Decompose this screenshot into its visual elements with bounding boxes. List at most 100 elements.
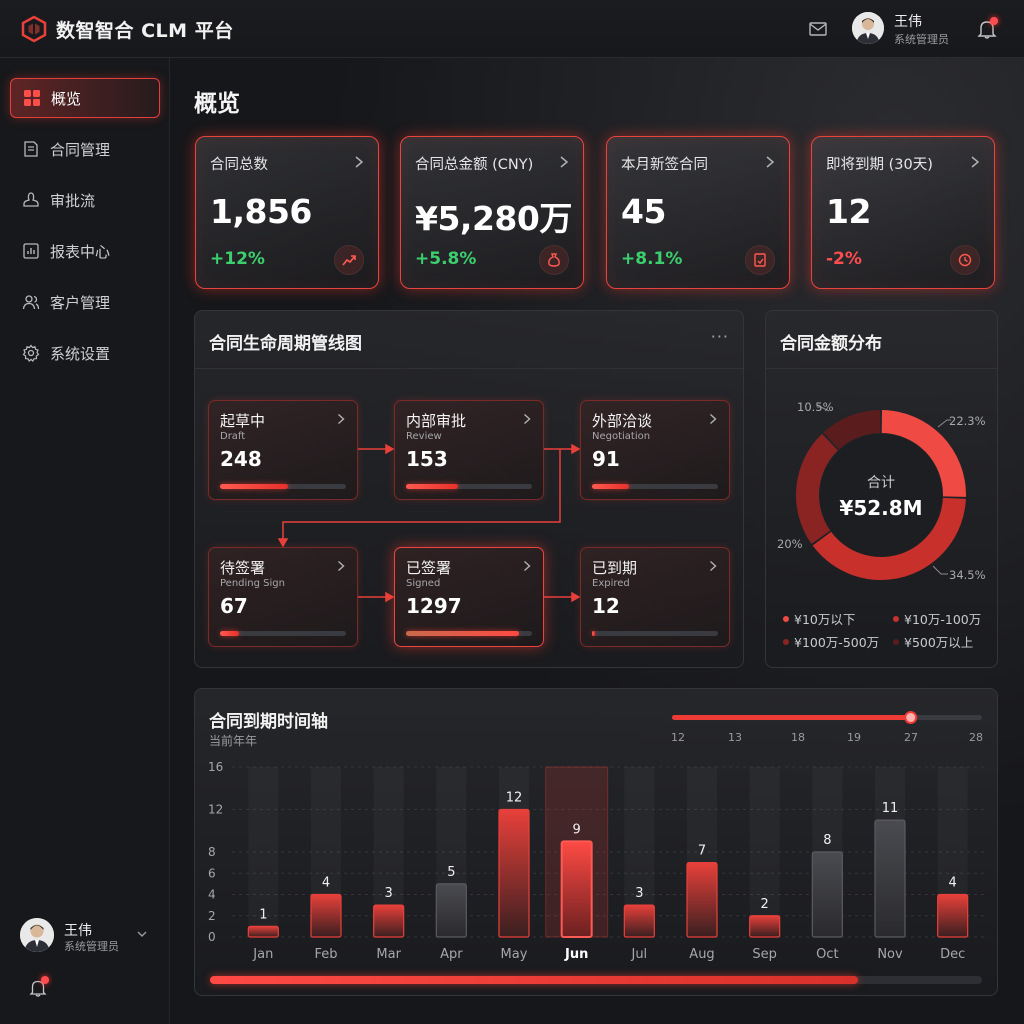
stage-subtitle: Signed: [406, 578, 441, 589]
legend-item: ¥100万-500万: [783, 632, 879, 651]
y-tick-label: 8: [208, 845, 216, 859]
divider: [766, 368, 997, 369]
panel-title: 合同到期时间轴: [209, 712, 328, 732]
x-tick-label: Nov: [877, 947, 903, 962]
chevron-right-icon: [338, 413, 345, 425]
x-tick-label: Apr: [440, 947, 463, 962]
legend-swatch: [893, 615, 899, 622]
legend-swatch: [783, 615, 789, 622]
progress-fill: [592, 484, 629, 489]
chevron-right-icon: [710, 413, 717, 425]
bar-aug[interactable]: [686, 862, 718, 938]
progress-fill: [406, 484, 458, 489]
stage-name: 外部洽谈: [592, 412, 653, 430]
donut-center-label: 合计: [867, 475, 895, 491]
bar-sep[interactable]: [749, 915, 781, 938]
x-tick-label: Dec: [940, 947, 965, 962]
legend-swatch: [783, 638, 789, 645]
chevron-right-icon: [338, 560, 345, 572]
x-tick-label: Feb: [314, 947, 337, 962]
slice-pct-label: 22.3%: [949, 414, 986, 428]
progress-track: [592, 631, 718, 636]
slider-tick-label: 13: [728, 731, 742, 744]
bar-value-label: 9: [573, 822, 581, 837]
expiry-bar-chart: 0 2 4 6 8 12 16 1 4 3 5 12 9 3 7 2 8 11 4 Jan Feb Mar Apr May…: [208, 760, 984, 962]
date-range-slider[interactable]: 12 13 18 19 27 28: [660, 706, 990, 750]
stage-card-review[interactable]: 内部审批 Review 153: [394, 400, 544, 500]
y-tick-label: 6: [208, 866, 216, 880]
bar-nov[interactable]: [874, 819, 906, 938]
chevron-right-icon: [524, 560, 531, 572]
slice-pct-label: 20%: [777, 537, 803, 551]
chevron-right-icon: [524, 413, 531, 425]
bar-jun[interactable]: [560, 840, 593, 938]
legend-label: ¥10万-100万: [904, 612, 982, 627]
slider-thumb[interactable]: [904, 711, 918, 724]
slice-pct-label: 10.5%: [797, 400, 834, 414]
bar-value-label: 7: [698, 844, 706, 859]
progress-fill: [220, 484, 289, 489]
stage-subtitle: Pending Sign: [220, 578, 285, 589]
bar-apr[interactable]: [435, 883, 467, 938]
bar-jan[interactable]: [247, 925, 279, 938]
stage-card-pending-sign[interactable]: 待签署 Pending Sign 67: [208, 547, 358, 647]
stage-subtitle: Review: [406, 431, 442, 442]
y-tick-label: 16: [208, 760, 223, 774]
legend-label: ¥10万以下: [794, 612, 856, 627]
stage-count: 12: [592, 594, 620, 618]
stage-subtitle: Draft: [220, 431, 246, 442]
stage-card-expired[interactable]: 已到期 Expired 12: [580, 547, 730, 647]
bar-dec[interactable]: [937, 893, 969, 938]
progress-track: [220, 484, 346, 489]
bar-feb[interactable]: [310, 893, 342, 938]
progress-track: [406, 631, 532, 636]
x-tick-label: Sep: [752, 947, 777, 962]
stage-count: 91: [592, 447, 620, 471]
y-tick-label: 2: [208, 909, 216, 923]
bar-value-label: 5: [447, 865, 455, 880]
stage-subtitle: Expired: [592, 578, 630, 589]
bar-value-label: 3: [635, 886, 643, 901]
stage-name: 起草中: [220, 412, 266, 430]
bar-value-label: 12: [506, 791, 523, 806]
bar-value-label: 8: [823, 833, 831, 848]
legend-label: ¥100万-500万: [794, 635, 880, 650]
panel-subtitle: 当前年年: [209, 734, 258, 748]
scrollbar-thumb[interactable]: [210, 976, 859, 984]
legend-item: ¥500万以上: [893, 632, 973, 651]
y-tick-label: 0: [208, 930, 216, 944]
stage-count: 67: [220, 594, 248, 618]
slider-tick-label: 18: [791, 731, 805, 744]
bar-value-label: 11: [882, 801, 899, 816]
y-tick-label: 4: [208, 888, 216, 902]
bar-oct[interactable]: [811, 851, 843, 938]
donut-hole: [820, 434, 942, 556]
progress-track: [592, 484, 718, 489]
x-tick-label: Jul: [630, 947, 647, 962]
stage-card-negotiation[interactable]: 外部洽谈 Negotiation 91: [580, 400, 730, 500]
stage-name: 已到期: [592, 559, 638, 577]
stage-count: 1297: [406, 594, 462, 618]
bar-value-label: 1: [259, 907, 267, 922]
donut-chart: 合计 ¥52.8M 22.3% 34.5% 20% 10.5%: [777, 400, 986, 582]
slice-pct-label: 34.5%: [949, 568, 986, 582]
stage-card-signed[interactable]: 已签署 Signed 1297: [394, 547, 544, 647]
x-tick-label: May: [501, 947, 528, 962]
x-tick-label: Jan: [252, 947, 273, 962]
y-tick-label: 12: [208, 803, 223, 817]
stage-card-draft[interactable]: 起草中 Draft 248: [208, 400, 358, 500]
stage-count: 153: [406, 447, 448, 471]
stage-count: 248: [220, 447, 262, 471]
donut-center-value: ¥52.8M: [839, 496, 922, 520]
progress-track: [220, 631, 346, 636]
bar-value-label: 4: [949, 876, 957, 891]
stage-name: 内部审批: [406, 412, 467, 430]
bar-may[interactable]: [498, 808, 530, 938]
bar-mar[interactable]: [373, 904, 405, 938]
x-tick-label: Oct: [816, 947, 838, 962]
horizontal-scrollbar[interactable]: [210, 976, 982, 984]
bar-jul[interactable]: [623, 904, 655, 938]
slider-fill: [672, 715, 911, 720]
x-tick-label: Aug: [689, 947, 714, 962]
slider-tick-label: 19: [847, 731, 861, 744]
